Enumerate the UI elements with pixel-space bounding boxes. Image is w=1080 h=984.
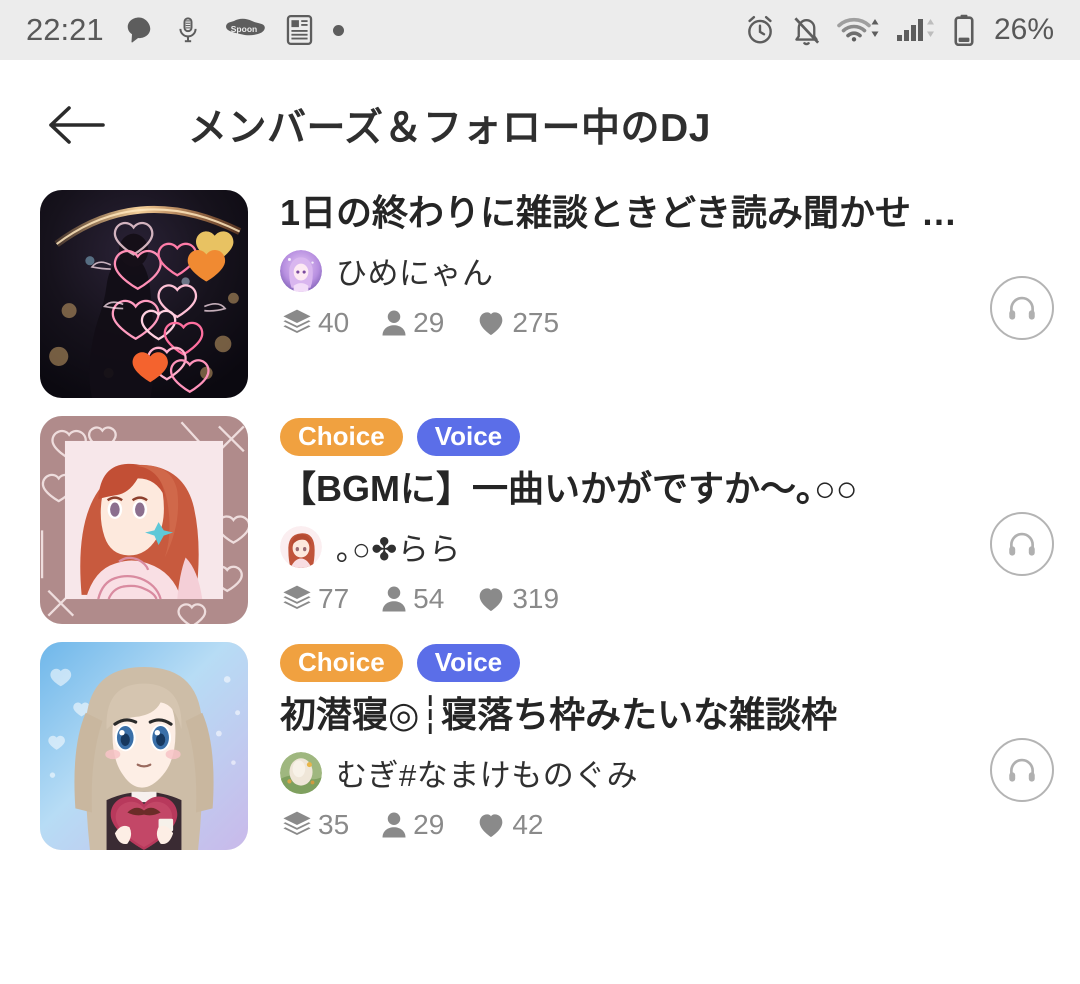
stats-row: 77 54 319 xyxy=(280,583,978,615)
chat-bubble-icon xyxy=(124,15,154,45)
listen-headphone-button[interactable] xyxy=(990,738,1054,802)
badge-group: Choice Voice xyxy=(280,644,978,682)
headphone-icon xyxy=(1009,296,1035,320)
purple-anime-avatar-image xyxy=(280,249,322,292)
stat-listeners: 29 xyxy=(379,809,444,841)
stat-listeners: 29 xyxy=(379,307,444,339)
notifications-off-icon xyxy=(791,15,822,46)
stat-layers: 77 xyxy=(280,583,349,615)
stat-likes: 275 xyxy=(474,307,559,339)
stat-layers: 40 xyxy=(280,307,349,339)
page-title: メンバーズ＆フォロー中のDJ xyxy=(188,107,711,150)
broadcast-thumbnail[interactable] xyxy=(40,642,248,850)
blonde-anime-avatar-image xyxy=(280,751,322,794)
badge-voice: Voice xyxy=(416,418,521,456)
headphone-icon xyxy=(1009,532,1035,556)
stat-value: 77 xyxy=(318,583,350,615)
neon-hearts-cosmic-thumbnail-image xyxy=(40,190,248,398)
stats-row: 35 29 42 xyxy=(280,809,978,841)
broadcast-title: 初潜寝◎┆寝落ち枠みたいな雑談枠 xyxy=(280,694,838,735)
list-item[interactable]: Choice Voice 初潜寝◎┆寝落ち枠みたいな雑談枠 むぎ#なまけものぐみ… xyxy=(0,642,1080,850)
stat-value: 54 xyxy=(413,583,445,615)
wifi-icon xyxy=(837,15,881,45)
dj-name: ｡○✤らら xyxy=(336,532,461,568)
battery-percentage: 26% xyxy=(993,13,1054,46)
list-item-body: 1日の終わりに雑談ときどき読み聞かせ … ひめにゃん 40 29 275 xyxy=(248,190,978,339)
stat-value: 29 xyxy=(413,809,445,841)
alarm-clock-icon xyxy=(744,14,776,46)
mobile-signal-icon xyxy=(896,15,938,45)
red-haired-anime-avatar-image xyxy=(280,525,322,568)
dj-avatar[interactable] xyxy=(280,249,322,292)
news-widget-icon xyxy=(286,15,313,45)
listen-headphone-button[interactable] xyxy=(990,276,1054,340)
spoon-app-icon: Spoon xyxy=(222,15,266,45)
svg-text:Spoon: Spoon xyxy=(230,24,256,34)
layers-icon xyxy=(283,310,311,334)
heart-icon xyxy=(479,312,503,336)
badge-choice: Choice xyxy=(280,644,403,682)
battery-icon xyxy=(953,14,975,46)
broadcast-title: 1日の終わりに雑談ときどき読み聞かせ … xyxy=(280,192,957,233)
back-button[interactable] xyxy=(38,87,114,163)
red-haired-anime-girl-thumbnail-image xyxy=(40,416,248,624)
badge-choice: Choice xyxy=(280,418,403,456)
stat-listeners: 54 xyxy=(379,583,444,615)
badge-voice: Voice xyxy=(416,644,521,682)
person-icon xyxy=(382,812,406,838)
dj-row[interactable]: むぎ#なまけものぐみ xyxy=(280,750,978,795)
stat-layers: 35 xyxy=(280,809,349,841)
stat-likes: 319 xyxy=(474,583,559,615)
dj-name: むぎ#なまけものぐみ xyxy=(336,758,639,794)
person-icon xyxy=(382,310,406,336)
stat-value: 35 xyxy=(318,809,350,841)
listen-headphone-button[interactable] xyxy=(990,512,1054,576)
stat-value: 40 xyxy=(318,307,350,339)
stat-value: 319 xyxy=(512,583,560,615)
stats-row: 40 29 275 xyxy=(280,307,978,339)
list-item[interactable]: 1日の終わりに雑談ときどき読み聞かせ … ひめにゃん 40 29 275 xyxy=(0,190,1080,398)
stat-value: 29 xyxy=(413,307,445,339)
status-bar-right-group: 26% xyxy=(744,13,1054,47)
blonde-anime-girl-heart-thumbnail-image xyxy=(40,642,248,850)
layers-icon xyxy=(283,812,311,836)
stat-value: 42 xyxy=(512,809,544,841)
back-arrow-icon xyxy=(49,106,105,144)
heart-icon xyxy=(479,814,503,838)
broadcast-title: 【BGMに】一曲いかがですか〜｡○○ xyxy=(280,468,858,509)
list-item[interactable]: Choice Voice 【BGMに】一曲いかがですか〜｡○○ ｡○✤らら 77… xyxy=(0,416,1080,624)
stat-likes: 42 xyxy=(474,809,543,841)
heart-icon xyxy=(479,588,503,612)
dj-avatar[interactable] xyxy=(280,751,322,794)
list-item-body: Choice Voice 【BGMに】一曲いかがですか〜｡○○ ｡○✤らら 77… xyxy=(248,416,978,615)
layers-icon xyxy=(283,586,311,610)
status-bar-clock: 22:21 xyxy=(26,12,104,47)
microphone-icon xyxy=(174,15,202,45)
status-bar-left-group: 22:21 Spoon xyxy=(26,12,344,48)
dj-avatar[interactable] xyxy=(280,525,322,568)
list-item-body: Choice Voice 初潜寝◎┆寝落ち枠みたいな雑談枠 むぎ#なまけものぐみ… xyxy=(248,642,978,841)
person-icon xyxy=(382,586,406,612)
status-bar: 22:21 Spoon 26% xyxy=(0,0,1080,60)
dj-row[interactable]: ひめにゃん xyxy=(280,248,978,293)
dj-row[interactable]: ｡○✤らら xyxy=(280,524,978,569)
dj-name: ひめにゃん xyxy=(336,256,494,292)
app-bar: メンバーズ＆フォロー中のDJ xyxy=(0,60,1080,190)
dot-indicator-icon xyxy=(332,24,344,36)
headphone-icon xyxy=(1009,758,1035,782)
broadcast-thumbnail[interactable] xyxy=(40,190,248,398)
broadcast-thumbnail[interactable] xyxy=(40,416,248,624)
stat-value: 275 xyxy=(512,307,560,339)
broadcast-list: 1日の終わりに雑談ときどき読み聞かせ … ひめにゃん 40 29 275 Cho… xyxy=(0,190,1080,850)
badge-group: Choice Voice xyxy=(280,418,978,456)
